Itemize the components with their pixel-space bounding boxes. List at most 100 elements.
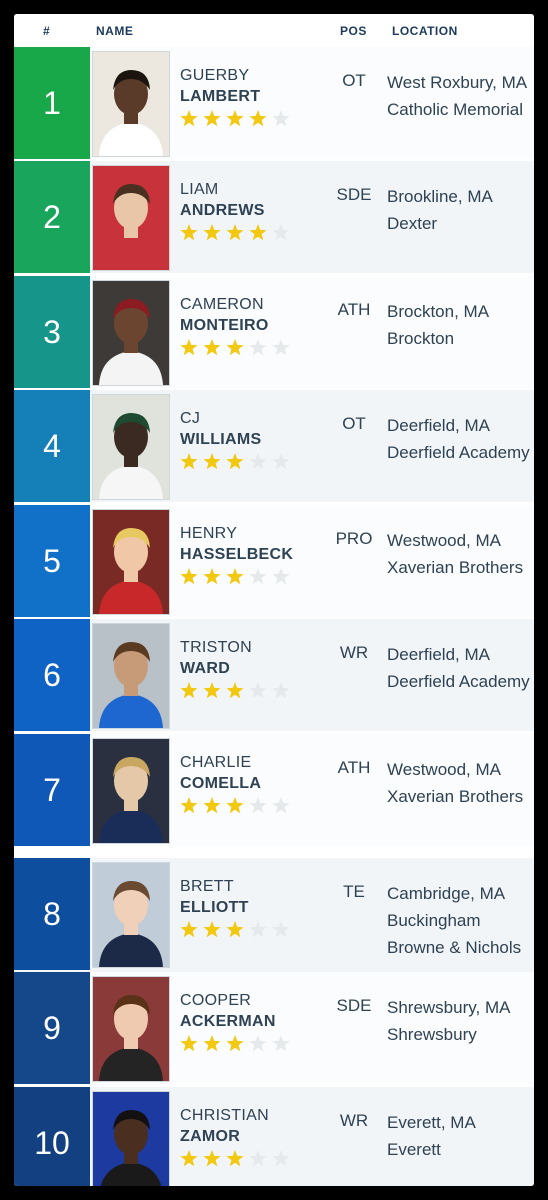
player-first-name[interactable]: HENRY <box>180 525 237 543</box>
player-city: Deerfield, MA <box>387 645 490 664</box>
player-school[interactable]: Xaverian Brothers <box>387 554 534 581</box>
location-column-header[interactable]: LOCATION <box>392 24 458 38</box>
player-last-name[interactable]: COMELLA <box>180 775 261 793</box>
player-photo[interactable] <box>92 280 170 386</box>
star-empty-icon <box>272 797 290 814</box>
player-last-name[interactable]: LAMBERT <box>180 88 260 106</box>
player-position: ATH <box>337 300 371 319</box>
rank-number: 2 <box>14 161 90 273</box>
player-city: Everett, MA <box>387 1113 476 1132</box>
rank-column-header: # <box>43 24 51 38</box>
player-row[interactable]: 9 COOPER ACKERMAN SDE Shrewsbury, MA Shrewsbu… <box>14 972 534 1084</box>
player-city: Cambridge, MA <box>387 884 506 903</box>
player-row[interactable]: 4 CJ WILLIAMS OT Deerfield, MA Deerfield Acad… <box>14 390 534 502</box>
player-photo[interactable] <box>92 976 170 1082</box>
player-school[interactable]: Shrewsbury <box>387 1021 534 1048</box>
player-row[interactable]: 3 CAMERON MONTEIRO ATH Brockton, MA Brockton <box>14 276 534 388</box>
star-filled-icon <box>249 224 267 241</box>
player-photo[interactable] <box>92 394 170 500</box>
player-photo[interactable] <box>92 623 170 729</box>
player-position: OT <box>342 414 366 433</box>
player-school[interactable]: Xaverian Brothers <box>387 783 534 810</box>
player-school[interactable]: Deerfield Academy <box>387 439 534 466</box>
player-photo[interactable] <box>92 1091 170 1186</box>
rankings-panel: # NAME POS LOCATION 1 GUERBY LAMBERT OT West… <box>14 14 534 1186</box>
player-school[interactable]: Catholic Memorial <box>387 96 534 123</box>
star-filled-icon <box>180 682 198 699</box>
player-row[interactable]: 6 TRISTON WARD WR Deerfield, MA Deerfield Aca… <box>14 619 534 731</box>
star-empty-icon <box>249 797 267 814</box>
player-first-name[interactable]: GUERBY <box>180 67 249 85</box>
rank-number: 5 <box>14 505 90 617</box>
player-city: Brookline, MA <box>387 187 493 206</box>
rank-number: 8 <box>14 858 90 970</box>
player-first-name[interactable]: BRETT <box>180 878 234 896</box>
star-rating <box>180 1034 300 1054</box>
star-rating <box>180 567 300 587</box>
player-city: Brockton, MA <box>387 302 490 321</box>
player-position: SDE <box>336 996 372 1015</box>
player-first-name[interactable]: LIAM <box>180 181 219 199</box>
star-empty-icon <box>249 453 267 470</box>
star-filled-icon <box>180 1150 198 1167</box>
player-last-name[interactable]: ELLIOTT <box>180 899 249 917</box>
name-column-header[interactable]: NAME <box>96 24 133 38</box>
player-school-line2[interactable]: Browne & Nichols <box>387 934 534 961</box>
player-school[interactable]: Deerfield Academy <box>387 668 534 695</box>
star-filled-icon <box>180 339 198 356</box>
player-last-name[interactable]: WILLIAMS <box>180 431 262 449</box>
star-empty-icon <box>249 682 267 699</box>
player-last-name[interactable]: ACKERMAN <box>180 1013 276 1031</box>
player-photo[interactable] <box>92 862 170 968</box>
player-photo[interactable] <box>92 165 170 271</box>
player-first-name[interactable]: CHRISTIAN <box>180 1107 269 1125</box>
player-first-name[interactable]: TRISTON <box>180 639 252 657</box>
player-row[interactable]: 1 GUERBY LAMBERT OT West Roxbury, MA Catholic… <box>14 47 534 159</box>
player-row[interactable]: 5 HENRY HASSELBECK PRO Westwood, MA Xaverian … <box>14 505 534 617</box>
pos-column-header[interactable]: POS <box>340 24 367 38</box>
player-last-name[interactable]: WARD <box>180 660 230 678</box>
player-row[interactable]: 8 BRETT ELLIOTT TE Cambridge, MA Buckingham Br… <box>14 858 534 972</box>
player-row[interactable]: 10 CHRISTIAN ZAMOR WR Everett, MA Everett <box>14 1087 534 1186</box>
player-school[interactable]: Buckingham <box>387 907 534 934</box>
player-row[interactable]: 7 CHARLIE COMELLA ATH Westwood, MA Xaverian B… <box>14 734 534 846</box>
star-filled-icon <box>226 1150 244 1167</box>
player-last-name[interactable]: ZAMOR <box>180 1128 240 1146</box>
player-last-name[interactable]: MONTEIRO <box>180 317 269 335</box>
player-last-name[interactable]: HASSELBECK <box>180 546 293 564</box>
rank-number: 10 <box>14 1087 90 1186</box>
star-empty-icon <box>272 453 290 470</box>
star-filled-icon <box>180 224 198 241</box>
player-photo[interactable] <box>92 51 170 157</box>
player-first-name[interactable]: CAMERON <box>180 296 264 314</box>
player-location: Everett, MA Everett <box>387 1109 534 1163</box>
table-header: # NAME POS LOCATION <box>14 14 534 46</box>
star-filled-icon <box>226 682 244 699</box>
player-first-name[interactable]: CHARLIE <box>180 754 251 772</box>
star-empty-icon <box>272 1035 290 1052</box>
rank-number: 1 <box>14 47 90 159</box>
player-school[interactable]: Brockton <box>387 325 534 352</box>
star-filled-icon <box>203 921 221 938</box>
player-location: Deerfield, MA Deerfield Academy <box>387 641 534 695</box>
star-filled-icon <box>203 453 221 470</box>
star-filled-icon <box>180 921 198 938</box>
star-filled-icon <box>226 1035 244 1052</box>
player-row[interactable]: 2 LIAM ANDREWS SDE Brookline, MA Dexter <box>14 161 534 273</box>
star-empty-icon <box>272 682 290 699</box>
star-rating <box>180 452 300 472</box>
player-school[interactable]: Dexter <box>387 210 534 237</box>
player-last-name[interactable]: ANDREWS <box>180 202 265 220</box>
star-filled-icon <box>203 568 221 585</box>
player-first-name[interactable]: COOPER <box>180 992 251 1010</box>
player-first-name[interactable]: CJ <box>180 410 200 428</box>
player-photo[interactable] <box>92 738 170 844</box>
player-school[interactable]: Everett <box>387 1136 534 1163</box>
star-rating <box>180 681 300 701</box>
star-filled-icon <box>180 453 198 470</box>
rank-number: 3 <box>14 276 90 388</box>
player-photo[interactable] <box>92 509 170 615</box>
rank-number: 9 <box>14 972 90 1084</box>
star-filled-icon <box>203 797 221 814</box>
star-filled-icon <box>226 921 244 938</box>
